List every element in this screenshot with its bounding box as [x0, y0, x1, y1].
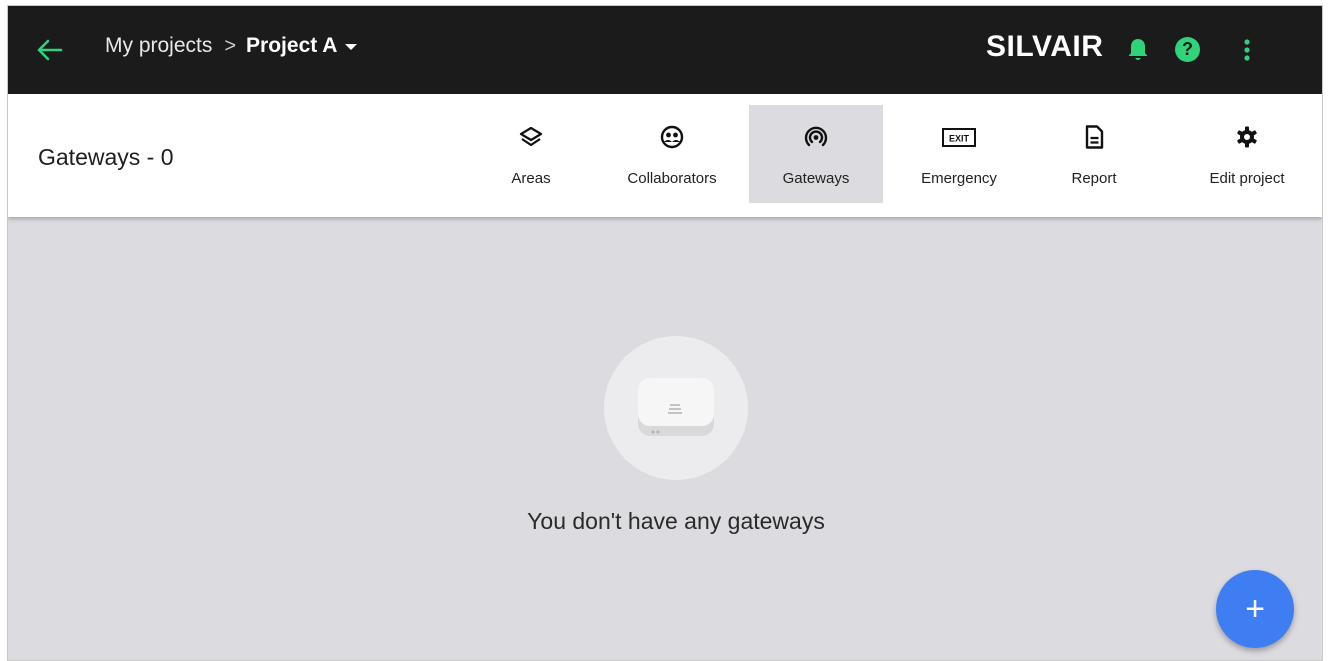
- tab-emergency-label: Emergency: [921, 170, 997, 187]
- collaborators-icon: [659, 125, 685, 149]
- more-vert-icon[interactable]: [1235, 36, 1259, 64]
- tab-edit-project-label: Edit project: [1209, 170, 1285, 187]
- app-frame: My projects > Project A SILVAIR ? Gatewa…: [7, 5, 1323, 661]
- tab-report-label: Report: [1071, 170, 1117, 187]
- tab-emergency[interactable]: EXIT Emergency: [900, 105, 1018, 203]
- bell-icon[interactable]: [1126, 37, 1150, 63]
- tab-edit-project[interactable]: Edit project: [1194, 105, 1300, 203]
- gateway-device-icon: [636, 374, 716, 449]
- top-bar: My projects > Project A SILVAIR ?: [8, 6, 1322, 94]
- tab-report[interactable]: Report: [1052, 105, 1136, 203]
- gear-icon: [1234, 125, 1260, 149]
- page-title: Gateways - 0: [38, 144, 174, 170]
- breadcrumb-separator: >: [224, 34, 237, 57]
- tab-gateways[interactable]: Gateways: [749, 105, 883, 203]
- project-selector[interactable]: Project A: [246, 34, 358, 58]
- svg-text:EXIT: EXIT: [949, 134, 970, 144]
- empty-state-message: You don't have any gateways: [527, 508, 825, 534]
- project-name: Project A: [246, 34, 338, 57]
- brand-logo: SILVAIR: [986, 30, 1104, 63]
- tab-areas[interactable]: Areas: [492, 105, 570, 203]
- tab-gateways-label: Gateways: [782, 170, 850, 187]
- gateway-signal-icon: [803, 125, 829, 149]
- back-arrow-icon[interactable]: [34, 36, 66, 64]
- tab-collaborators-label: Collaborators: [627, 170, 717, 187]
- help-icon[interactable]: ?: [1175, 37, 1200, 62]
- caret-down-icon: [345, 44, 358, 50]
- document-icon: [1081, 125, 1107, 149]
- tab-areas-label: Areas: [511, 170, 551, 187]
- add-gateway-button[interactable]: +: [1216, 570, 1294, 648]
- empty-state-illustration: [604, 336, 748, 480]
- breadcrumb-my-projects[interactable]: My projects: [105, 34, 212, 58]
- layers-icon: [518, 125, 544, 149]
- breadcrumb: My projects > Project A: [105, 34, 358, 58]
- section-toolbar: Gateways - 0 Areas Collaborators Gateway…: [8, 94, 1322, 217]
- exit-sign-icon: EXIT: [941, 125, 977, 149]
- tab-collaborators[interactable]: Collaborators: [608, 105, 736, 203]
